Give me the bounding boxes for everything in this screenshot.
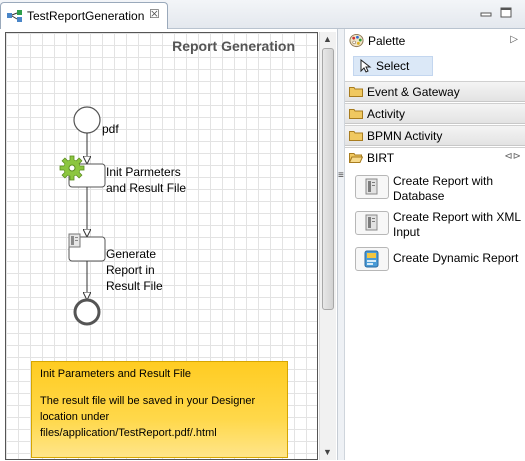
editor-tab-label: TestReportGeneration [27, 9, 145, 23]
select-tool[interactable]: Select [353, 56, 433, 76]
task-init-label-line2: and Result File [106, 181, 187, 195]
report-database-icon [355, 175, 389, 199]
note-title: Init Parameters and Result File [40, 368, 192, 380]
task-generate-label-line3: Result File [106, 279, 163, 293]
end-event[interactable] [73, 298, 101, 326]
minimize-icon[interactable] [479, 7, 493, 19]
tool-create-report-database[interactable]: Create Report with Database [355, 174, 525, 206]
maximize-icon[interactable] [499, 7, 513, 19]
start-event-label: pdf [102, 122, 119, 136]
report-xml-icon [355, 211, 389, 235]
editor-tab-testreportgeneration[interactable]: TestReportGeneration ☒ [0, 2, 168, 30]
task-init-parameters-label: Init Parmeters and Result File [106, 164, 186, 196]
folder-icon [349, 109, 363, 119]
drawer-event-gateway[interactable]: Event & Gateway [345, 81, 525, 102]
tool-create-dynamic-report[interactable]: Create Dynamic Report [355, 246, 525, 272]
palette-header: Palette ▷ [345, 29, 525, 53]
note-text: The result file will be saved in your De… [40, 395, 256, 439]
tool-label: Create Report with XML Input [393, 210, 521, 239]
diagram-editor: Report Generation pdf Init Parmeters and… [0, 29, 338, 460]
start-event[interactable] [73, 106, 101, 134]
pin-drawer-icon[interactable]: ⊲⊳ [504, 151, 521, 162]
drawer-label: BIRT [367, 151, 395, 165]
task-generate-label-line2: Report in [106, 263, 155, 277]
folder-icon [349, 87, 363, 97]
palette-panel: ≡ Palette ▷ Select Event & Gateway Activ… [338, 29, 525, 460]
palette-title: Palette [368, 34, 406, 48]
drawer-label: Event & Gateway [367, 85, 460, 99]
close-tab-icon[interactable]: ☒ [149, 7, 160, 21]
palette-icon [349, 33, 364, 48]
open-folder-icon [349, 153, 363, 163]
sash-grip-icon[interactable]: ≡ [338, 170, 344, 181]
report-icon [68, 233, 81, 248]
palette-sash[interactable]: ≡ [338, 29, 345, 460]
task-generate-report-label: Generate Report in Result File [106, 246, 163, 294]
drawer-label: BPMN Activity [367, 129, 443, 143]
drawer-activity[interactable]: Activity [345, 103, 525, 124]
annotation-note[interactable]: Init Parameters and Result File The resu… [31, 361, 288, 458]
editor-tab-bar: TestReportGeneration ☒ [0, 0, 525, 30]
scrollbar-thumb[interactable] [322, 48, 334, 310]
cursor-arrow-icon [360, 59, 372, 73]
scroll-down-icon[interactable]: ▼ [323, 447, 332, 457]
drawer-bpmn-activity[interactable]: BPMN Activity [345, 125, 525, 146]
tool-label: Create Dynamic Report [393, 251, 519, 265]
collapse-palette-icon[interactable]: ▷ [510, 34, 518, 45]
task-init-label-line1: Init Parmeters [106, 165, 181, 179]
gear-icon [59, 155, 85, 181]
tool-create-report-xml[interactable]: Create Report with XML Input [355, 210, 525, 242]
dynamic-report-icon [355, 247, 389, 271]
select-tool-label: Select [376, 59, 410, 73]
drawer-label: Activity [367, 107, 406, 121]
canvas-vertical-scrollbar[interactable]: ▲ ▼ [319, 32, 336, 460]
process-diagram-icon [7, 10, 22, 22]
folder-icon [349, 131, 363, 141]
task-generate-label-line1: Generate [106, 247, 157, 261]
scroll-up-icon[interactable]: ▲ [323, 34, 332, 44]
diagram-canvas[interactable]: Report Generation pdf Init Parmeters and… [5, 32, 318, 460]
tool-label: Create Report with Database [393, 174, 494, 203]
drawer-birt[interactable]: BIRT ⊲⊳ [345, 147, 525, 168]
